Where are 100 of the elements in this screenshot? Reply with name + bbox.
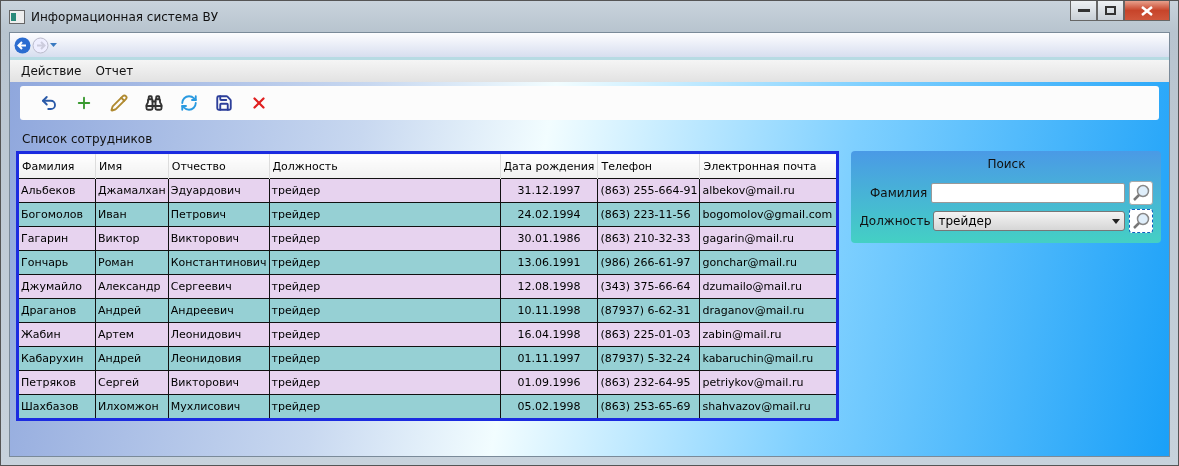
table-cell: 16.04.1998 bbox=[500, 322, 598, 347]
table-cell: shahvazov@mail.ru bbox=[699, 394, 838, 420]
menu-item[interactable]: Отчет bbox=[90, 62, 139, 80]
minimize-icon bbox=[1077, 8, 1090, 13]
table-cell: 10.11.1998 bbox=[500, 298, 598, 323]
pencil-button[interactable] bbox=[108, 92, 130, 114]
close-icon bbox=[1141, 5, 1153, 16]
table-cell: gagarin@mail.ru bbox=[699, 226, 838, 251]
table-cell: трейдер bbox=[269, 370, 500, 395]
list-title: Список сотрудников bbox=[22, 132, 154, 146]
table-cell: 01.11.1997 bbox=[500, 346, 598, 371]
table-cell: Эдуардович bbox=[168, 178, 269, 203]
table-cell: трейдер bbox=[269, 250, 500, 275]
table-cell: Альбеков bbox=[17, 178, 96, 203]
table-cell: трейдер bbox=[269, 394, 500, 420]
caret-icon bbox=[1112, 218, 1121, 224]
pencil-icon bbox=[110, 94, 128, 112]
table-cell: 05.02.1998 bbox=[500, 394, 598, 420]
search-button[interactable] bbox=[1129, 181, 1154, 205]
table-cell: Константинович bbox=[168, 250, 269, 275]
dropdown-arrow-icon[interactable] bbox=[50, 42, 57, 48]
floppy-disk-button[interactable] bbox=[213, 92, 235, 114]
table-cell: draganov@mail.ru bbox=[699, 298, 838, 323]
column-header[interactable]: Телефон bbox=[597, 152, 700, 179]
magnifier-icon bbox=[1132, 212, 1151, 230]
column-header[interactable]: Имя bbox=[95, 152, 169, 179]
table-cell: Петрович bbox=[168, 202, 269, 227]
table-cell: (863) 255-664-91 bbox=[597, 178, 700, 203]
table-cell: Викторович bbox=[168, 226, 269, 251]
table-cell: bogomolov@gmail.com bbox=[699, 202, 838, 227]
back-button[interactable] bbox=[14, 36, 31, 54]
column-header[interactable]: Фамилия bbox=[17, 152, 96, 179]
table-cell: Сергеевич bbox=[168, 274, 269, 299]
table-cell: (863) 225-01-03 bbox=[597, 322, 700, 347]
minimize-button[interactable] bbox=[1070, 1, 1097, 21]
panel-title: Поиск bbox=[987, 157, 1026, 171]
close-icon bbox=[250, 94, 268, 112]
table-cell: трейдер bbox=[269, 322, 500, 347]
field-label: Фамилия bbox=[869, 186, 928, 200]
table-cell: (87937) 6-62-31 bbox=[597, 298, 700, 323]
table-cell: 13.06.1991 bbox=[500, 250, 598, 275]
app-icon bbox=[9, 9, 25, 24]
table-cell: 31.12.1997 bbox=[500, 178, 598, 203]
table-cell: Леонидович bbox=[168, 322, 269, 347]
table-cell: (863) 210-32-33 bbox=[597, 226, 700, 251]
table-cell: трейдер bbox=[269, 202, 500, 227]
table-cell: Гагарин bbox=[17, 226, 96, 251]
table-cell: трейдер bbox=[269, 298, 500, 323]
table-cell: Шахбазов bbox=[17, 394, 96, 420]
table-cell: petriykov@mail.ru bbox=[699, 370, 838, 395]
search-button[interactable] bbox=[1129, 209, 1154, 233]
table-cell: 01.09.1996 bbox=[500, 370, 598, 395]
table-cell: Андреевич bbox=[168, 298, 269, 323]
column-header[interactable]: Дата рождения bbox=[500, 152, 598, 179]
table-cell: albekov@mail.ru bbox=[699, 178, 838, 203]
table-cell: dzumailo@mail.ru bbox=[699, 274, 838, 299]
table-cell: трейдер bbox=[269, 178, 500, 203]
table-cell: zabin@mail.ru bbox=[699, 322, 838, 347]
table-cell: трейдер bbox=[269, 226, 500, 251]
magnifier-icon bbox=[1132, 184, 1151, 202]
undo-icon bbox=[40, 94, 58, 112]
table-cell: 24.02.1994 bbox=[500, 202, 598, 227]
table-cell: Джумайло bbox=[17, 274, 96, 299]
binoculars-icon bbox=[145, 94, 163, 112]
binoculars-button[interactable] bbox=[143, 92, 165, 114]
column-header[interactable]: Электронная почта bbox=[699, 152, 838, 179]
table-cell: Викторович bbox=[168, 370, 269, 395]
table-cell: Гончарь bbox=[17, 250, 96, 275]
refresh-button[interactable] bbox=[178, 92, 200, 114]
table-cell: (986) 266-61-97 bbox=[597, 250, 700, 275]
table-cell: 30.01.1986 bbox=[500, 226, 598, 251]
table-cell: (87937) 5-32-24 bbox=[597, 346, 700, 371]
table-cell: Петряков bbox=[17, 370, 96, 395]
table-cell: Джамалхан bbox=[95, 178, 169, 203]
surname-field[interactable] bbox=[931, 183, 1126, 203]
table-cell: трейдер bbox=[269, 346, 500, 371]
table-cell: Жабин bbox=[17, 322, 96, 347]
table-cell: Мухлисович bbox=[168, 394, 269, 420]
maximize-button[interactable] bbox=[1097, 1, 1124, 21]
table-cell: kabaruchin@mail.ru bbox=[699, 346, 838, 371]
table-cell: 12.08.1998 bbox=[500, 274, 598, 299]
maximize-icon bbox=[1105, 6, 1116, 15]
plus-icon bbox=[75, 94, 93, 112]
refresh-icon bbox=[180, 94, 198, 112]
table-cell: Богомолов bbox=[17, 202, 96, 227]
field-label: Должность bbox=[859, 214, 930, 228]
table-cell: Леонидовия bbox=[168, 346, 269, 371]
table-cell: (863) 232-64-95 bbox=[597, 370, 700, 395]
close-button[interactable] bbox=[1124, 1, 1170, 21]
table-cell: (863) 253-65-69 bbox=[597, 394, 700, 420]
table-cell: трейдер bbox=[269, 274, 500, 299]
table-cell: Драганов bbox=[17, 298, 96, 323]
table-cell: Кабарухин bbox=[17, 346, 96, 371]
column-header[interactable]: Отчество bbox=[168, 152, 269, 179]
menu-item[interactable]: Действие bbox=[16, 62, 87, 80]
table-cell: gonchar@mail.ru bbox=[699, 250, 838, 275]
table-cell: (863) 223-11-56 bbox=[597, 202, 700, 227]
position-dropdown[interactable]: трейдер bbox=[933, 211, 1126, 231]
column-header[interactable]: Должность bbox=[269, 152, 500, 179]
table-cell: (343) 375-66-64 bbox=[597, 274, 700, 299]
